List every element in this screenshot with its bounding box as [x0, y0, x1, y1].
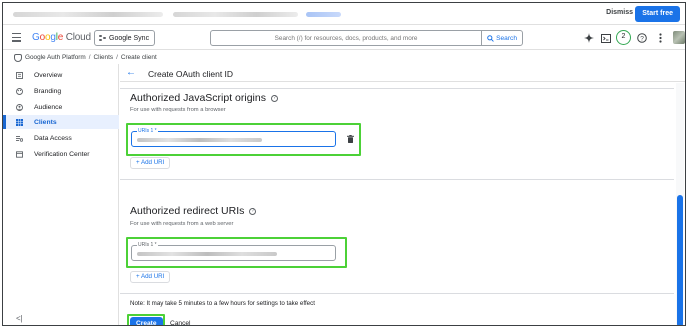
project-picker[interactable]: Google Sync — [94, 30, 156, 46]
js-origin-uri-field[interactable]: URIs 1 * — [131, 128, 336, 147]
js-origins-heading: Authorized JavaScript origins ? — [130, 92, 278, 104]
start-free-button[interactable]: Start free — [635, 6, 680, 22]
js-origins-subtitle: For use with requests from a browser — [130, 107, 226, 113]
search-button-label: Search — [496, 34, 517, 42]
breadcrumb-item: Create client — [120, 54, 157, 61]
project-name: Google Sync — [109, 34, 150, 42]
sidebar-item-branding[interactable]: Branding — [3, 84, 119, 98]
sidebar-item-overview[interactable]: Overview — [3, 68, 119, 82]
shield-icon — [14, 53, 22, 62]
banner-text-blurred — [13, 12, 163, 17]
sidebar-item-label: Overview — [34, 71, 63, 79]
sidebar-item-audience[interactable]: Audience — [3, 100, 119, 114]
create-button[interactable]: Create — [130, 317, 163, 325]
sidebar: Overview Branding Audience Clients Data … — [3, 64, 119, 325]
uri-value-blurred — [137, 138, 262, 142]
verification-icon — [15, 150, 23, 158]
scrollbar-thumb[interactable] — [677, 195, 683, 325]
promo-banner: Dismiss Start free — [3, 3, 685, 25]
banner-text-blurred — [173, 12, 298, 17]
settings-note: Note: It may take 5 minutes to a few hou… — [130, 300, 315, 307]
sidebar-item-data-access[interactable]: Data Access — [3, 131, 119, 145]
branding-icon — [15, 87, 23, 95]
search-icon — [487, 34, 494, 42]
sidebar-item-label: Clients — [34, 118, 57, 126]
sidebar-item-verification-center[interactable]: Verification Center — [3, 147, 119, 161]
redirect-uris-heading-text: Authorized redirect URIs — [130, 205, 245, 217]
top-bar: Google Cloud Google Sync Search 2 ? — [3, 26, 685, 50]
cancel-button[interactable]: Cancel — [170, 317, 191, 325]
redirect-uri-field[interactable]: URIs 1 * — [131, 242, 336, 261]
help-icon[interactable]: ? — [636, 32, 648, 44]
menu-icon[interactable] — [12, 33, 21, 42]
project-icon — [99, 34, 106, 42]
section-divider — [120, 179, 674, 180]
window-frame: Dismiss Start free Google Cloud Google S… — [2, 2, 686, 326]
breadcrumb-item[interactable]: Clients — [94, 54, 114, 61]
breadcrumb-separator: / — [116, 54, 118, 61]
breadcrumb-separator: / — [88, 54, 91, 61]
section-divider — [120, 88, 674, 89]
cloud-shell-icon[interactable] — [600, 32, 612, 44]
sidebar-item-label: Data Access — [34, 134, 72, 142]
delete-icon[interactable] — [347, 135, 354, 143]
section-divider — [120, 293, 674, 294]
google-cloud-logo[interactable]: Google Cloud — [32, 32, 91, 43]
field-label: URIs 1 * — [137, 242, 158, 248]
svg-text:?: ? — [640, 35, 644, 42]
data-access-icon — [15, 134, 23, 142]
help-icon[interactable]: ? — [270, 94, 278, 102]
redirect-uris-subtitle: For use with requests from a web server — [130, 221, 234, 227]
audience-icon — [15, 103, 23, 111]
notifications-badge[interactable]: 2 — [616, 30, 631, 45]
back-arrow-icon[interactable]: ← — [126, 67, 136, 78]
main-content: ← Create OAuth client ID Authorized Java… — [120, 64, 685, 325]
collapse-sidebar-icon[interactable]: <| — [16, 314, 23, 323]
gemini-sparkle-icon[interactable] — [583, 32, 595, 44]
banner-link-blurred[interactable] — [306, 12, 341, 17]
redirect-uris-heading: Authorized redirect URIs ? — [130, 205, 257, 217]
add-redirect-uri-button[interactable]: + Add URI — [130, 271, 171, 283]
search-bar[interactable]: Search — [210, 30, 523, 46]
breadcrumb-item[interactable]: Google Auth Platform — [25, 54, 86, 61]
sidebar-item-label: Branding — [34, 87, 62, 95]
page-title: Create OAuth client ID — [148, 69, 234, 79]
search-input[interactable] — [211, 34, 482, 42]
add-js-origin-uri-button[interactable]: + Add URI — [130, 157, 171, 169]
help-icon[interactable]: ? — [249, 207, 257, 215]
breadcrumb: Google Auth Platform / Clients / Create … — [3, 51, 685, 64]
form-scroll-area: Authorized JavaScript origins ? For use … — [120, 83, 684, 325]
overview-icon — [15, 71, 23, 79]
sidebar-item-clients[interactable]: Clients — [3, 115, 119, 129]
sidebar-item-label: Audience — [34, 103, 63, 111]
sidebar-item-label: Verification Center — [34, 150, 90, 158]
js-origins-heading-text: Authorized JavaScript origins — [130, 92, 266, 104]
clients-icon — [15, 118, 23, 126]
field-label: URIs 1 * — [137, 128, 158, 134]
search-button[interactable]: Search — [481, 31, 522, 45]
uri-value-blurred — [137, 252, 277, 256]
scrollbar[interactable] — [676, 83, 684, 325]
page-header: ← Create OAuth client ID — [120, 64, 685, 82]
more-options-icon[interactable] — [654, 32, 666, 44]
avatar[interactable] — [673, 31, 685, 44]
dismiss-button[interactable]: Dismiss — [606, 9, 633, 16]
